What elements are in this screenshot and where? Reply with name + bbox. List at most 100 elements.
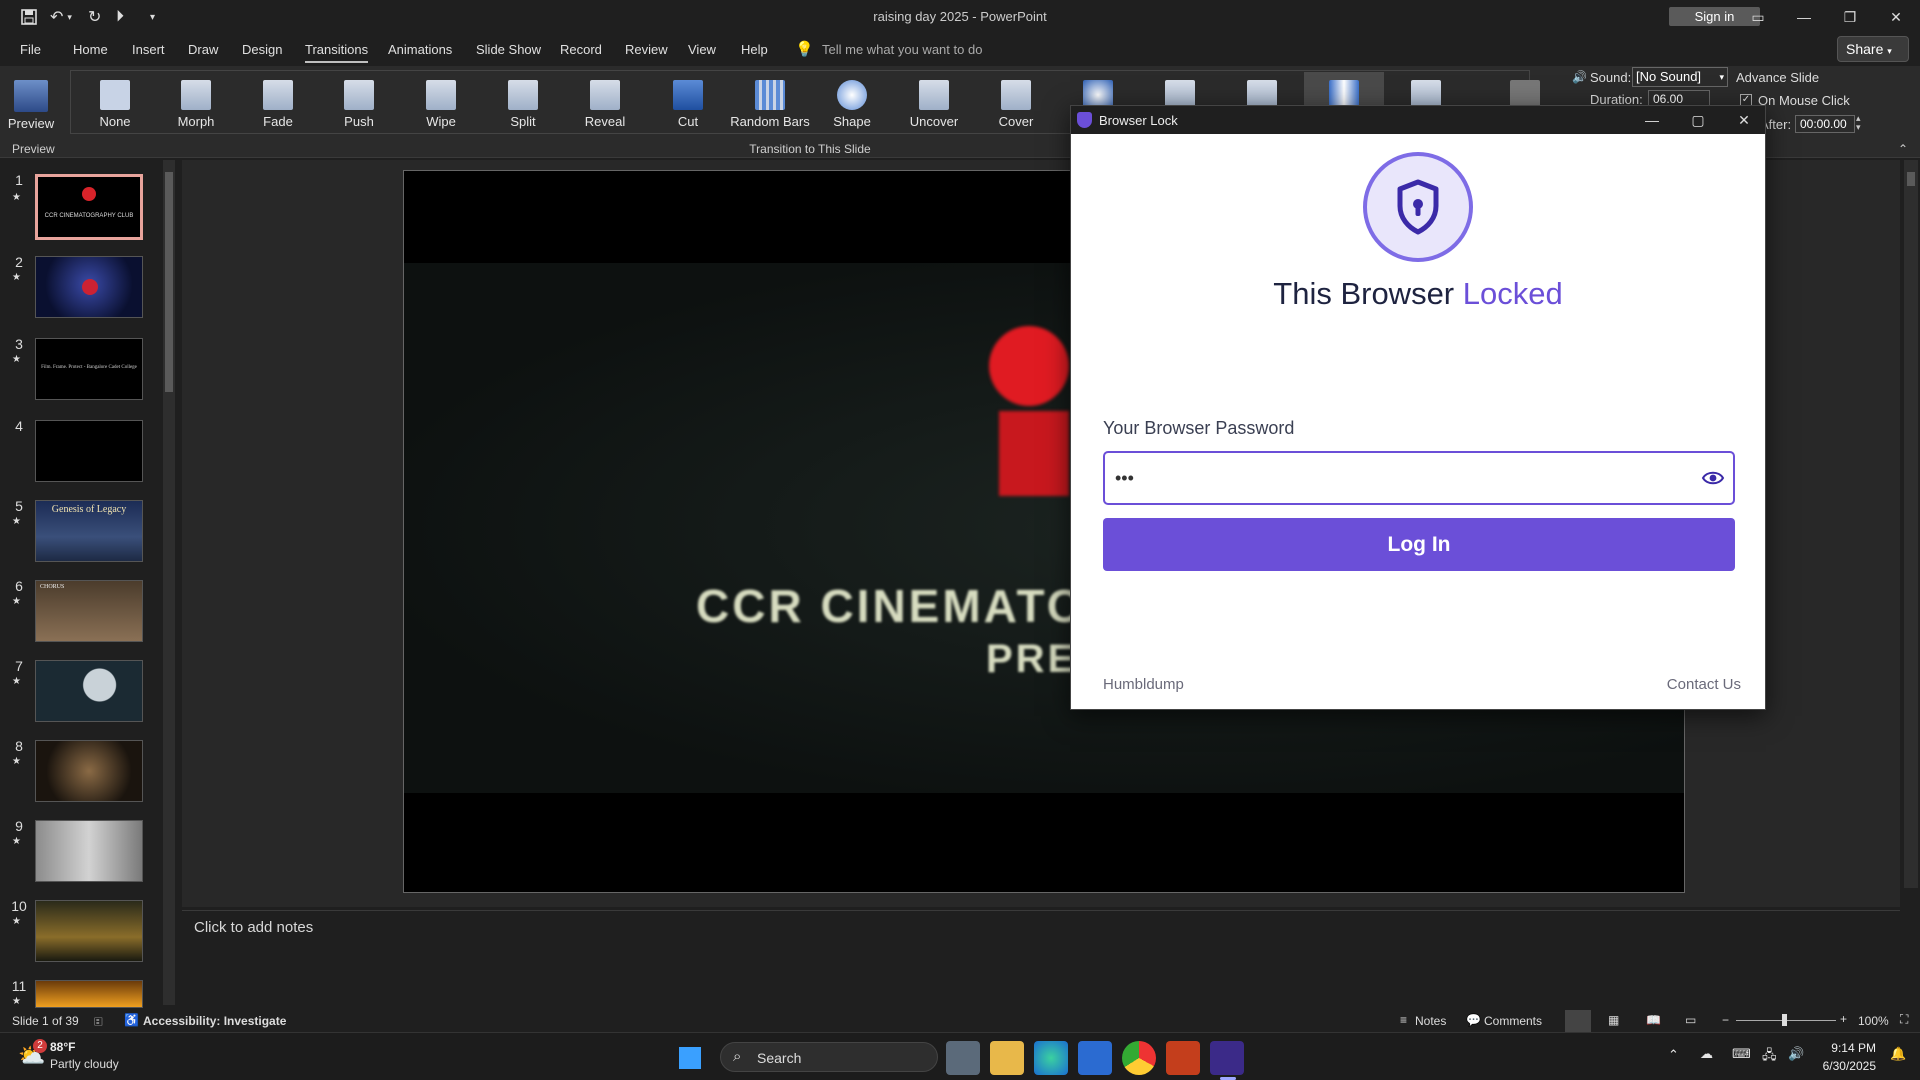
transition-none-button[interactable]: None bbox=[75, 72, 155, 134]
transition-reveal-button[interactable]: Reveal bbox=[565, 72, 645, 134]
transition-split-button[interactable]: Split bbox=[483, 72, 563, 134]
slide-thumbnail-7[interactable] bbox=[35, 660, 143, 722]
slide-number: 10 bbox=[11, 898, 27, 914]
normal-view-icon[interactable] bbox=[1565, 1010, 1591, 1032]
notes-pane[interactable]: Click to add notes bbox=[182, 910, 1900, 1008]
tab-review[interactable]: Review bbox=[625, 42, 668, 57]
edge-icon[interactable] bbox=[1034, 1041, 1068, 1075]
network-icon[interactable]: 🖧 bbox=[1762, 1046, 1777, 1068]
chrome-icon[interactable] bbox=[1122, 1041, 1156, 1075]
slide-thumbnail-11[interactable] bbox=[35, 980, 143, 1008]
transition-uncover-button[interactable]: Uncover bbox=[894, 72, 974, 134]
search-box[interactable]: ⌕ Search bbox=[720, 1042, 938, 1072]
scrollbar-thumb[interactable] bbox=[165, 172, 173, 392]
accessibility-icon[interactable]: ♿ bbox=[124, 1013, 139, 1027]
contact-us-link[interactable]: Contact Us bbox=[1667, 676, 1741, 693]
dialog-maximize-button[interactable]: ▢ bbox=[1675, 106, 1721, 134]
login-button[interactable]: Log In bbox=[1103, 518, 1735, 571]
slide-thumbnail-8[interactable] bbox=[35, 740, 143, 802]
transition-fade-button[interactable]: Fade bbox=[238, 72, 318, 134]
close-button[interactable]: ✕ bbox=[1876, 4, 1916, 30]
after-spinner-icon[interactable]: ▴ ▾ bbox=[1856, 114, 1861, 132]
keyboard-icon[interactable]: ⌨ bbox=[1732, 1046, 1751, 1062]
transition-morph-button[interactable]: Morph bbox=[156, 72, 236, 134]
notes-button[interactable]: Notes bbox=[1415, 1014, 1446, 1028]
slide-thumbnail-9[interactable] bbox=[35, 820, 143, 882]
notification-bell-icon[interactable]: 🔔 bbox=[1890, 1046, 1906, 1062]
transition-random-bars-button[interactable]: Random Bars bbox=[730, 72, 810, 134]
dialog-title-bar: Browser Lock — ▢ ✕ bbox=[1071, 106, 1765, 134]
tab-insert[interactable]: Insert bbox=[132, 42, 165, 57]
spellcheck-icon[interactable]: 🗉 bbox=[94, 1013, 103, 1034]
restore-button[interactable]: ❐ bbox=[1830, 4, 1870, 30]
slideshow-icon[interactable]: ▭ bbox=[1685, 1013, 1696, 1027]
tell-me-search[interactable]: Tell me what you want to do bbox=[822, 42, 982, 57]
slide-thumbnail-5[interactable]: Genesis of Legacy bbox=[35, 500, 143, 562]
accessibility-status[interactable]: Accessibility: Investigate bbox=[143, 1014, 286, 1028]
notes-placeholder[interactable]: Click to add notes bbox=[194, 919, 313, 936]
tab-slide-show[interactable]: Slide Show bbox=[476, 42, 541, 57]
dialog-close-button[interactable]: ✕ bbox=[1721, 106, 1767, 134]
slide-thumbnail-1[interactable]: CCR CINEMATOGRAPHY CLUB bbox=[35, 174, 143, 240]
ribbon-display-options-icon[interactable]: ▭ bbox=[1738, 4, 1778, 30]
weather-temp[interactable]: 88°F bbox=[50, 1040, 75, 1054]
minimize-button[interactable]: — bbox=[1784, 4, 1824, 30]
slide-thumbnail-2[interactable] bbox=[35, 256, 143, 318]
reading-view-icon[interactable]: 📖 bbox=[1646, 1013, 1661, 1027]
fit-to-window-icon[interactable]: ⛶ bbox=[1900, 1012, 1908, 1027]
show-password-icon[interactable] bbox=[1701, 466, 1725, 490]
after-input[interactable]: 00:00.00 bbox=[1795, 115, 1855, 133]
shield-lock-icon bbox=[1363, 152, 1473, 262]
task-view-icon[interactable] bbox=[946, 1041, 980, 1075]
sound-dropdown[interactable]: [No Sound] ▾ bbox=[1632, 67, 1728, 87]
microsoft-store-icon[interactable] bbox=[1078, 1041, 1112, 1075]
zoom-level[interactable]: 100% bbox=[1858, 1014, 1889, 1028]
transition-cover-button[interactable]: Cover bbox=[976, 72, 1056, 134]
humbldump-link[interactable]: Humbldump bbox=[1103, 676, 1184, 693]
password-input[interactable]: ••• bbox=[1103, 451, 1735, 505]
locked-heading: This Browser Locked bbox=[1071, 276, 1765, 312]
file-explorer-icon[interactable] bbox=[990, 1041, 1024, 1075]
dialog-minimize-button[interactable]: — bbox=[1629, 106, 1675, 134]
powerpoint-icon[interactable] bbox=[1166, 1041, 1200, 1075]
browser-lock-icon[interactable] bbox=[1210, 1041, 1244, 1075]
transition-cut-button[interactable]: Cut bbox=[648, 72, 728, 134]
weather-desc[interactable]: Partly cloudy bbox=[50, 1057, 119, 1071]
tab-file[interactable]: File bbox=[20, 42, 41, 57]
animation-star-icon: ★ bbox=[12, 354, 21, 365]
share-button[interactable]: Share ▾ bbox=[1837, 36, 1909, 62]
tab-home[interactable]: Home bbox=[73, 42, 108, 57]
transition-push-button[interactable]: Push bbox=[319, 72, 399, 134]
zoom-out-icon[interactable]: − bbox=[1722, 1013, 1729, 1027]
zoom-slider-thumb[interactable] bbox=[1782, 1014, 1787, 1026]
editor-scrollbar[interactable] bbox=[1904, 160, 1918, 888]
slide-thumbnail-3[interactable]: Film. Frame. Protect - Bangalore Cadet C… bbox=[35, 338, 143, 400]
title-bar: ↶ ▾ ↻ ⏵ ▾ raising day 2025 - PowerPoint S… bbox=[0, 0, 1920, 34]
tab-record[interactable]: Record bbox=[560, 42, 602, 57]
slide-thumbnail-10[interactable] bbox=[35, 900, 143, 962]
slide-sorter-icon[interactable]: ▦ bbox=[1608, 1013, 1619, 1027]
tab-draw[interactable]: Draw bbox=[188, 42, 218, 57]
transition-shape-button[interactable]: Shape bbox=[812, 72, 892, 134]
slide-thumbnail-6[interactable]: CHORUS bbox=[35, 580, 143, 642]
slide-thumbnail-4[interactable] bbox=[35, 420, 143, 482]
tab-design[interactable]: Design bbox=[242, 42, 282, 57]
preview-button[interactable]: Preview bbox=[0, 72, 62, 134]
scrollbar-thumb[interactable] bbox=[1907, 172, 1915, 186]
comments-button[interactable]: Comments bbox=[1484, 1014, 1542, 1028]
clock-time[interactable]: 9:14 PM bbox=[1802, 1041, 1876, 1055]
onedrive-icon[interactable]: ☁ bbox=[1700, 1046, 1713, 1062]
transition-wipe-button[interactable]: Wipe bbox=[401, 72, 481, 134]
slide-pane-scrollbar[interactable] bbox=[163, 160, 175, 1005]
tab-view[interactable]: View bbox=[688, 42, 716, 57]
tab-transitions[interactable]: Transitions bbox=[305, 42, 369, 63]
tab-animations[interactable]: Animations bbox=[388, 42, 452, 57]
morph-icon bbox=[181, 80, 211, 110]
show-hidden-icons-icon[interactable]: ⌃ bbox=[1668, 1047, 1679, 1063]
tab-help[interactable]: Help bbox=[741, 42, 768, 57]
clock-date[interactable]: 6/30/2025 bbox=[1802, 1059, 1876, 1073]
zoom-in-icon[interactable]: + bbox=[1840, 1012, 1847, 1026]
slide-number: 4 bbox=[15, 418, 23, 434]
collapse-ribbon-icon[interactable]: ⌃ bbox=[1898, 142, 1908, 156]
start-icon[interactable] bbox=[677, 1045, 703, 1071]
